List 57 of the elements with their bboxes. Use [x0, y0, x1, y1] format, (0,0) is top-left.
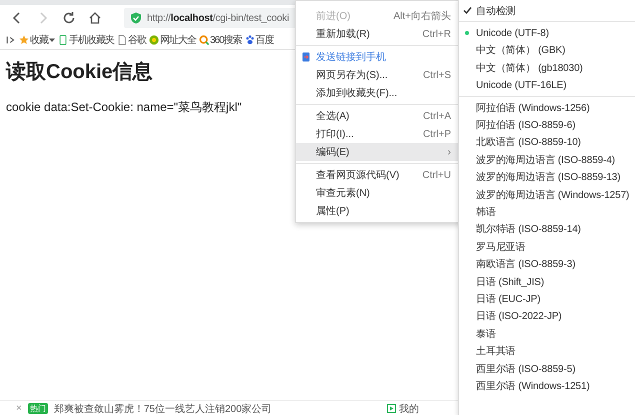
menu-item[interactable]: 打印(I)... Ctrl+P — [296, 125, 461, 143]
menu-item[interactable]: 南欧语言 (ISO-8859-3) — [459, 255, 635, 273]
news-right-label[interactable]: 我的 — [399, 402, 419, 415]
menu-item[interactable]: 重新加载(R) Ctrl+R — [296, 25, 461, 43]
menu-item[interactable]: 波罗的海周边语言 (ISO-8859-4) — [459, 151, 635, 169]
bookmark-link[interactable]: 网址大全 — [160, 33, 196, 47]
menu-item[interactable]: 波罗的海周边语言 (ISO-8859-13) — [459, 168, 635, 186]
bookmark-link[interactable]: 谷歌 — [128, 33, 146, 47]
shield-icon — [130, 12, 142, 24]
menu-item[interactable]: 查看网页源代码(V) Ctrl+U — [296, 166, 461, 184]
menu-item[interactable]: 阿拉伯语 (Windows-1256) — [459, 98, 635, 116]
news-badge: 热门 — [28, 403, 48, 414]
menu-item[interactable]: 韩语 — [459, 203, 635, 221]
page-icon — [117, 35, 127, 45]
menu-item[interactable]: 泰语 — [459, 325, 635, 342]
bookmark-link[interactable]: 360搜索 — [210, 33, 242, 47]
caret-icon[interactable] — [49, 37, 55, 43]
url-text: http://localhost/cgi-bin/test_cooki — [147, 12, 289, 24]
menu-item[interactable]: 中文（简体） (GBK) — [459, 42, 635, 60]
menu-item[interactable]: 审查元素(N) — [296, 184, 461, 202]
news-headline[interactable]: 郑爽被查敛山雾虎！75位一线艺人注销200家公司 — [54, 402, 272, 415]
menu-item[interactable]: 西里尔语 (Windows-1251) — [459, 377, 635, 395]
menu-item[interactable]: 日语 (EUC-JP) — [459, 290, 635, 308]
page-heading: 读取Cookie信息 — [6, 60, 153, 85]
menu-item[interactable]: 阿拉伯语 (ISO-8859-6) — [459, 116, 635, 134]
menu-item[interactable]: 中文（简体） (gb18030) — [459, 59, 635, 77]
menu-item[interactable]: 西里尔语 (ISO-8859-5) — [459, 360, 635, 378]
search-icon — [199, 35, 209, 45]
cookie-text: cookie data:Set-Cookie: name="菜鸟教程jkl" — [6, 99, 242, 116]
menu-item[interactable]: Unicode (UTF-8) — [459, 24, 635, 42]
bookmark-link[interactable]: 收藏 — [30, 33, 48, 47]
menu-item[interactable]: 罗马尼亚语 — [459, 238, 635, 256]
menu-item[interactable]: 添加到收藏夹(F)... — [296, 84, 461, 102]
phone-icon — [58, 35, 68, 45]
menu-item[interactable]: 属性(P) — [296, 202, 461, 220]
sidebar-toggle-icon[interactable] — [6, 35, 16, 45]
bookmark-link[interactable]: 百度 — [256, 33, 274, 47]
globe-icon — [149, 35, 159, 45]
menu-item[interactable]: 土耳其语 — [459, 342, 635, 360]
menu-item[interactable]: Unicode (UTF-16LE) — [459, 76, 635, 94]
menu-item[interactable]: 日语 (ISO-2022-JP) — [459, 308, 635, 326]
menu-item[interactable]: 编码(E) › — [296, 143, 461, 161]
menu-item[interactable]: 网页另存为(S)... Ctrl+S — [296, 66, 461, 84]
play-icon[interactable] — [387, 404, 396, 413]
menu-item[interactable]: 日语 (Shift_JIS) — [459, 272, 635, 290]
bookmark-link[interactable]: 手机收藏夹 — [69, 33, 114, 47]
reload-icon — [62, 11, 76, 25]
menu-item[interactable]: 波罗的海周边语言 (Windows-1257) — [459, 186, 635, 204]
paw-icon — [244, 35, 255, 45]
menu-item[interactable]: 自动检测 — [459, 2, 635, 20]
menu-item[interactable]: 全选(A) Ctrl+A — [296, 107, 461, 125]
phone-icon — [301, 52, 311, 62]
star-icon — [19, 35, 29, 45]
home-icon — [88, 11, 102, 25]
menu-item[interactable]: 凯尔特语 (ISO-8859-14) — [459, 220, 635, 238]
menu-item[interactable]: 发送链接到手机 — [296, 48, 461, 66]
menu-item[interactable]: 北欧语言 (ISO-8859-10) — [459, 134, 635, 152]
